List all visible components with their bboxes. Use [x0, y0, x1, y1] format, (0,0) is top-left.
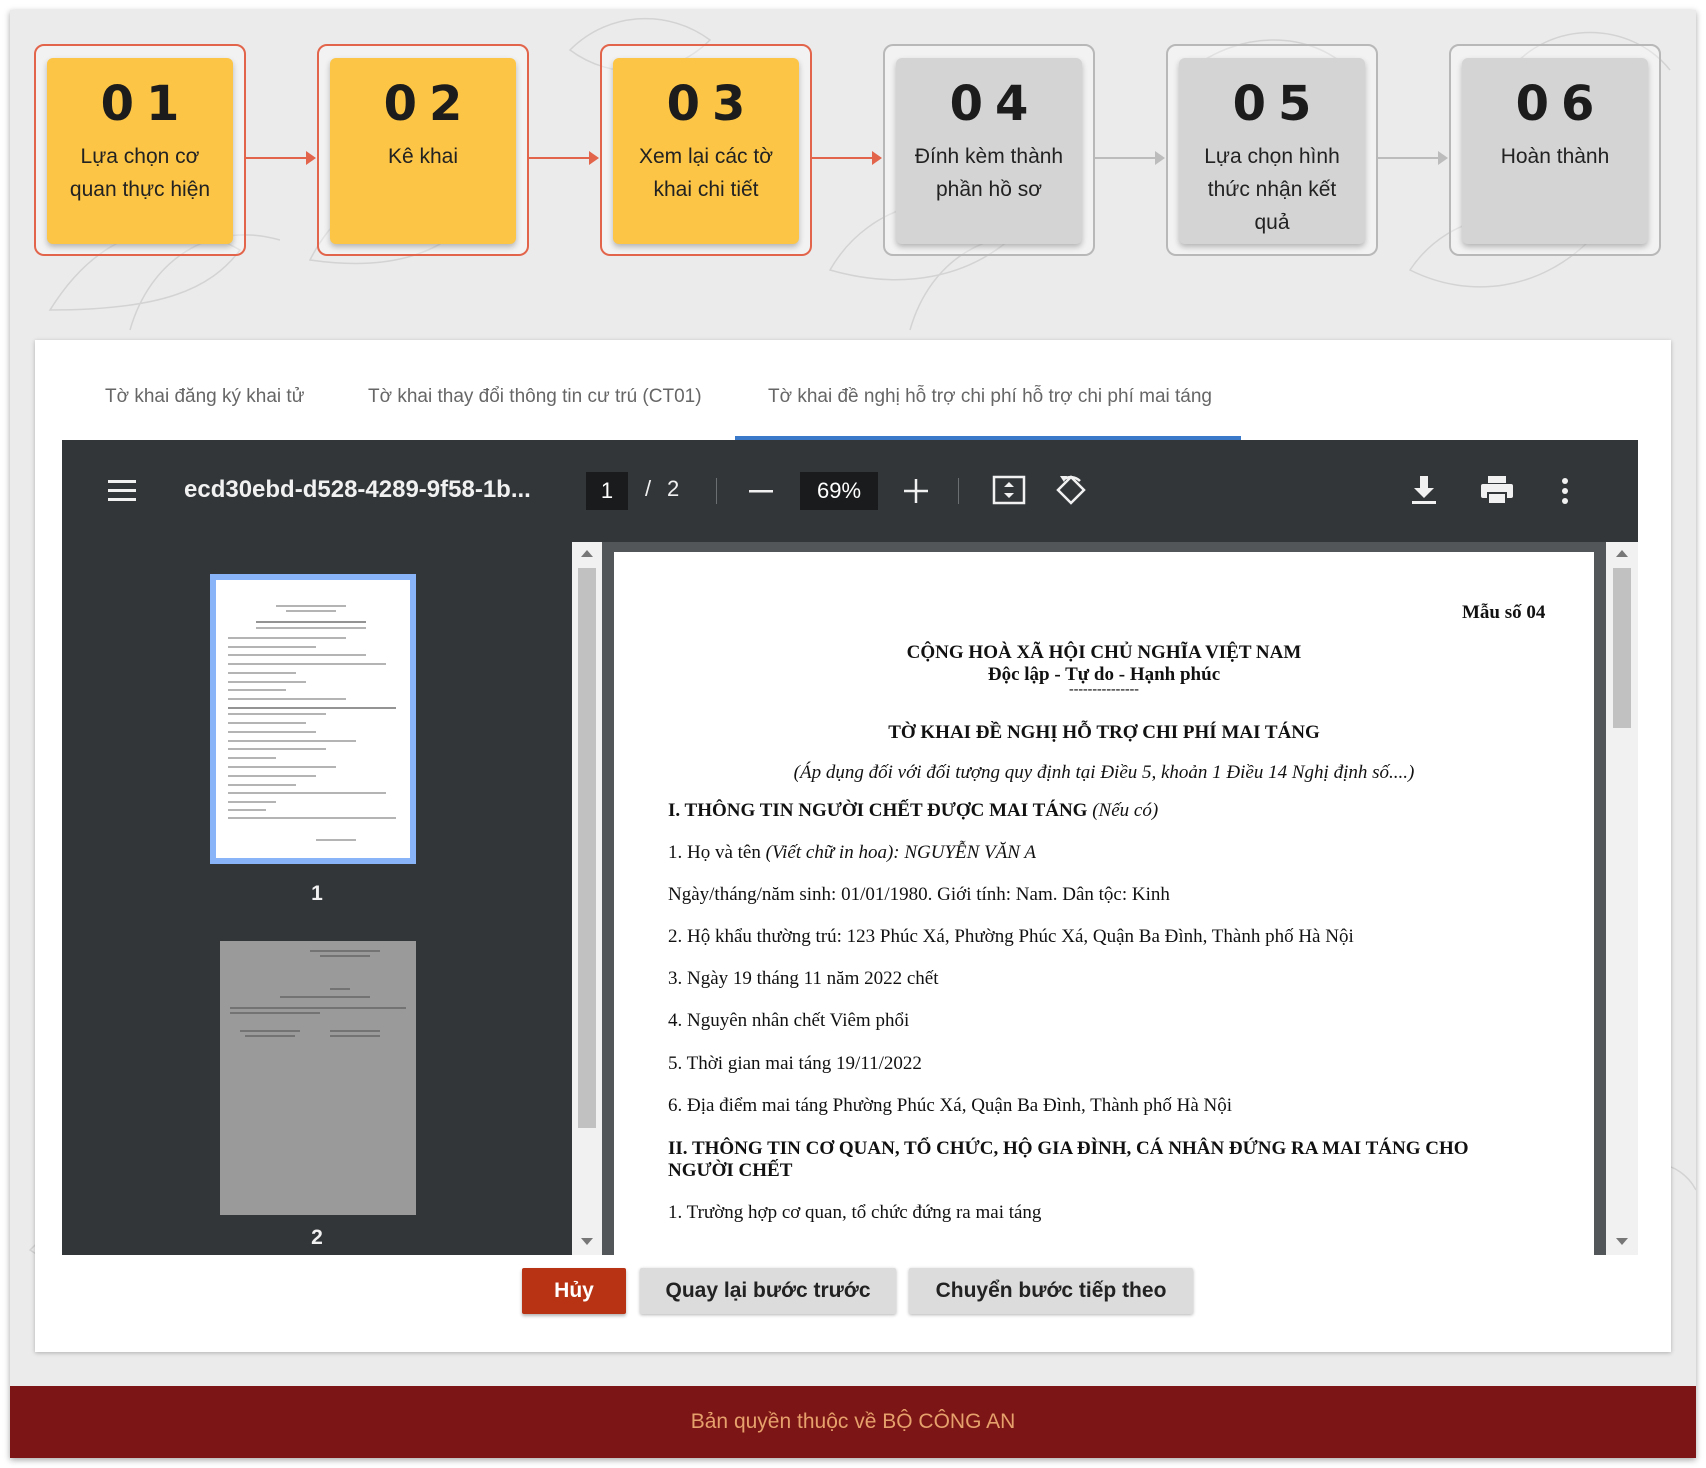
line-death-cause: 4. Nguyên nhân chết Viêm phổi	[668, 1010, 910, 1031]
step-4[interactable]: 04 Đính kèm thành phần hồ sơ	[883, 44, 1095, 256]
pdf-filename: ecd30ebd-d528-4289-9f58-1b...	[184, 476, 531, 503]
progress-stepper: 01 Lựa chọn cơ quan thực hiện 02 Kê khai…	[34, 44, 1684, 264]
step-6[interactable]: 06 Hoàn thành	[1449, 44, 1661, 256]
step-number: 03	[666, 76, 758, 132]
step-label: Lựa chọn hình thức nhận kết quả	[1204, 145, 1340, 234]
step-number: 01	[100, 76, 192, 132]
menu-icon[interactable]	[106, 477, 138, 505]
country-name: CỘNG HOÀ XÃ HỘI CHỦ NGHĨA VIỆT NAM	[906, 642, 1302, 663]
step-5-box: 05 Lựa chọn hình thức nhận kết quả	[1179, 58, 1365, 244]
scroll-down-icon[interactable]	[1616, 1238, 1628, 1245]
zoom-level-input[interactable]: 69%	[800, 472, 878, 510]
page-total: 2	[667, 476, 680, 501]
page-number-input[interactable]: 1	[586, 472, 628, 510]
step-5[interactable]: 05 Lựa chọn hình thức nhận kết quả	[1166, 44, 1378, 256]
scroll-up-icon[interactable]	[1616, 550, 1628, 557]
form-number: Mẫu số 04	[1462, 602, 1546, 623]
step-arrow-icon	[246, 151, 318, 165]
step-1-box: 01 Lựa chọn cơ quan thực hiện	[47, 58, 233, 244]
step-6-box: 06 Hoàn thành	[1462, 58, 1648, 244]
previous-step-button[interactable]: Quay lại bước trước	[640, 1268, 896, 1314]
step-label: Lựa chọn cơ quan thực hiện	[69, 145, 211, 201]
step-arrow-icon	[529, 151, 601, 165]
section-1-title: I. THÔNG TIN NGƯỜI CHẾT ĐƯỢC MAI TÁNG	[668, 800, 1088, 821]
line-full-name: 1. Họ và tên (Viết chữ in hoa): NGUYỄN V…	[668, 842, 1036, 864]
step-2[interactable]: 02 Kê khai	[317, 44, 529, 256]
step-arrow-icon	[1095, 151, 1167, 165]
tab-residence-change-ct01[interactable]: Tờ khai thay đổi thông tin cư trú (CT01)	[368, 386, 702, 408]
document-scrollbar[interactable]	[1606, 542, 1638, 1255]
step-2-box: 02 Kê khai	[330, 58, 516, 244]
document-title: TỜ KHAI ĐỀ NGHỊ HỖ TRỢ CHI PHÍ MAI TÁNG	[888, 722, 1320, 743]
next-step-button[interactable]: Chuyển bước tiếp theo	[909, 1268, 1193, 1314]
sidebar-scrollbar[interactable]	[572, 542, 602, 1255]
tab-death-registration[interactable]: Tờ khai đăng ký khai tử	[105, 386, 304, 408]
sidebar-scroll-thumb[interactable]	[578, 568, 596, 1128]
thumbnail-text-lines	[230, 950, 406, 1037]
thumbnail-label-1: 1	[311, 882, 323, 905]
page-thumbnail-1[interactable]	[210, 574, 416, 864]
line-organization-case: 1. Trường hợp cơ quan, tổ chức đứng ra m…	[668, 1202, 1042, 1223]
document-subtitle: (Áp dụng đối với đối tượng quy định tại …	[793, 762, 1415, 783]
step-arrow-icon	[812, 151, 884, 165]
section-1-note: (Nếu có)	[1092, 800, 1159, 821]
step-number: 06	[1515, 76, 1607, 132]
pdf-viewer: ecd30ebd-d528-4289-9f58-1b... 1 / 2 69%	[62, 440, 1638, 1255]
main-card: Tờ khai đăng ký khai tử Tờ khai thay đổi…	[35, 340, 1671, 1352]
scroll-up-icon[interactable]	[581, 550, 593, 557]
page-thumbnail-2[interactable]	[220, 941, 416, 1215]
line-birth-info: Ngày/tháng/năm sinh: 01/01/1980. Giới tí…	[668, 884, 1170, 905]
toolbar-divider	[958, 478, 959, 504]
step-3-box: 03 Xem lại các tờ khai chi tiết	[613, 58, 799, 244]
fit-page-icon[interactable]	[992, 474, 1026, 506]
tab-funeral-support[interactable]: Tờ khai đề nghị hỗ trợ chi phí hỗ trợ ch…	[768, 386, 1212, 408]
cancel-button[interactable]: Hủy	[522, 1268, 626, 1314]
line-burial-place: 6. Địa điểm mai táng Phường Phúc Xá, Quậ…	[668, 1095, 1233, 1116]
step-label: Hoàn thành	[1500, 145, 1610, 168]
section-1-heading: I. THÔNG TIN NGƯỜI CHẾT ĐƯỢC MAI TÁNG (N…	[668, 800, 1158, 822]
rotate-icon[interactable]	[1054, 473, 1088, 507]
step-3[interactable]: 03 Xem lại các tờ khai chi tiết	[600, 44, 812, 256]
app-frame: 01 Lựa chọn cơ quan thực hiện 02 Kê khai…	[10, 10, 1696, 1458]
step-number: 05	[1232, 76, 1324, 132]
footer: Bản quyền thuộc về BỘ CÔNG AN	[10, 1386, 1696, 1458]
step-label: Đính kèm thành phần hồ sơ	[914, 145, 1064, 201]
line-burial-time: 5. Thời gian mai táng 19/11/2022	[668, 1053, 922, 1074]
section-2-title-line-2: NGƯỜI CHẾT	[668, 1160, 793, 1181]
pdf-toolbar: ecd30ebd-d528-4289-9f58-1b... 1 / 2 69%	[62, 440, 1638, 542]
motto-rule: ---------------	[1069, 682, 1139, 697]
thumbnail-text-lines	[228, 605, 396, 841]
document-area: Mẫu số 04 CỘNG HOÀ XÃ HỘI CHỦ NGHĨA VIỆT…	[602, 542, 1606, 1255]
download-icon[interactable]	[1410, 474, 1438, 506]
zoom-in-icon[interactable]	[904, 479, 928, 503]
full-name-label: 1. Họ và tên	[668, 842, 761, 863]
toolbar-divider	[716, 478, 717, 504]
scroll-down-icon[interactable]	[581, 1238, 593, 1245]
step-4-box: 04 Đính kèm thành phần hồ sơ	[896, 58, 1082, 244]
section-2-title-line-1: II. THÔNG TIN CƠ QUAN, TỔ CHỨC, HỘ GIA Đ…	[668, 1138, 1469, 1159]
step-label: Kê khai	[387, 145, 459, 168]
line-death-date: 3. Ngày 19 tháng 11 năm 2022 chết	[668, 968, 939, 989]
step-label: Xem lại các tờ khai chi tiết	[639, 145, 773, 201]
more-vert-icon[interactable]	[1560, 476, 1570, 506]
document-scroll-thumb[interactable]	[1613, 568, 1631, 728]
form-tabs: Tờ khai đăng ký khai tử Tờ khai thay đổi…	[35, 340, 1671, 440]
page-separator: /	[645, 476, 652, 501]
zoom-out-icon[interactable]	[748, 480, 774, 502]
step-1[interactable]: 01 Lựa chọn cơ quan thực hiện	[34, 44, 246, 256]
document-page: Mẫu số 04 CỘNG HOÀ XÃ HỘI CHỦ NGHĨA VIỆT…	[614, 552, 1594, 1255]
full-name-value: (Viết chữ in hoa): NGUYỄN VĂN A	[765, 842, 1036, 863]
line-residence: 2. Hộ khẩu thường trú: 123 Phúc Xá, Phườ…	[668, 926, 1354, 947]
step-number: 04	[949, 76, 1041, 132]
step-number: 02	[383, 76, 475, 132]
print-icon[interactable]	[1480, 474, 1514, 506]
copyright-text: Bản quyền thuộc về BỘ CÔNG AN	[690, 1410, 1016, 1433]
step-arrow-icon	[1378, 151, 1450, 165]
thumbnail-label-2: 2	[311, 1226, 323, 1249]
thumbnail-sidebar: 1 2	[62, 542, 572, 1255]
